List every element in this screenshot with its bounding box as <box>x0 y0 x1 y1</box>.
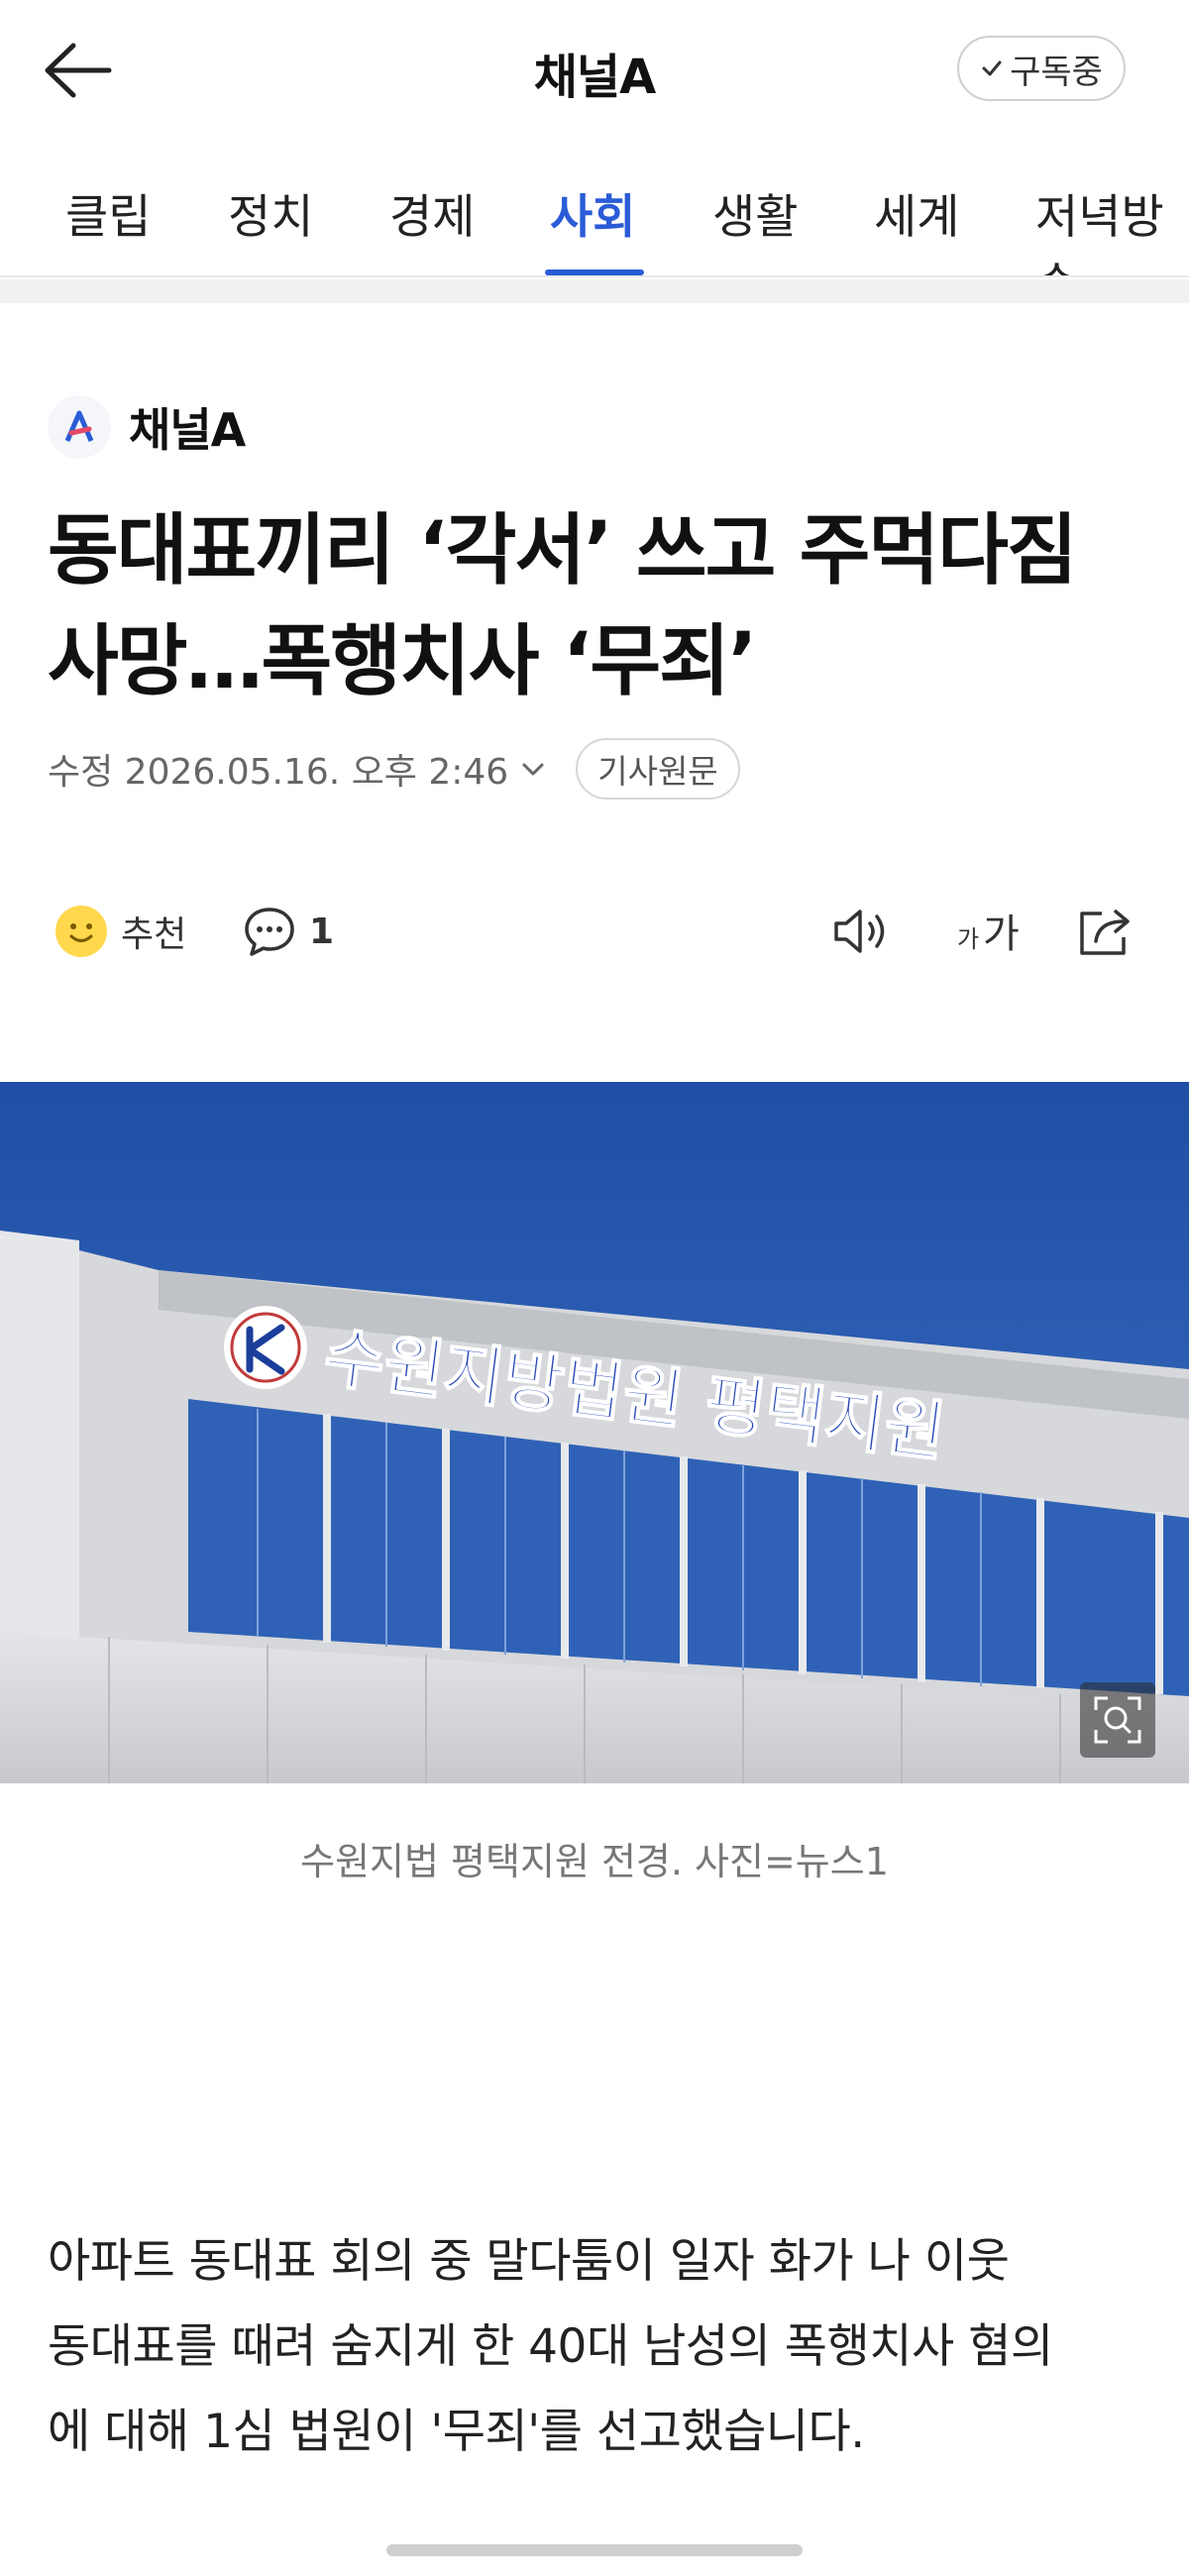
body-line-2: 동대표를 때려 숨지게 한 40대 남성의 폭행치사 혐의 <box>48 2319 1053 2374</box>
article-meta: 수정 2026.05.16. 오후 2:46 기사원문 <box>48 738 740 800</box>
timestamp: 수정 2026.05.16. 오후 2:46 <box>48 752 509 793</box>
font-size-button[interactable]: 가 가 <box>955 892 1030 971</box>
tab-economy[interactable]: 경제 <box>389 178 475 247</box>
article-photo[interactable]: 수원지방법원 평택지원 <box>0 1082 1189 1783</box>
top-app-bar: 채널A 구독중 <box>0 0 1189 144</box>
headline-line-1: 동대표끼리 ‘각서’ 쓰고 주먹다짐 <box>48 506 1078 595</box>
zoom-icon <box>1094 1696 1141 1744</box>
home-indicator <box>386 2544 803 2556</box>
speaker-icon <box>834 910 885 953</box>
publisher-logo <box>48 395 111 459</box>
comment-button[interactable]: 1 <box>242 892 334 971</box>
active-tab-indicator <box>545 269 644 275</box>
listen-button[interactable] <box>830 892 894 971</box>
tab-politics[interactable]: 정치 <box>228 178 313 247</box>
smile-icon <box>55 906 107 957</box>
tab-world[interactable]: 세계 <box>874 178 959 247</box>
tab-evening[interactable]: 저녁방송 <box>1035 178 1189 275</box>
subscribe-button[interactable]: 구독중 <box>957 36 1126 101</box>
body-line-1: 아파트 동대표 회의 중 말다툼이 일자 화가 나 이웃 <box>48 2234 1010 2289</box>
check-icon <box>982 60 1002 76</box>
courthouse-photo: 수원지방법원 평택지원 <box>0 1082 1189 1783</box>
original-article-button[interactable]: 기사원문 <box>576 738 740 800</box>
photo-zoom-button[interactable] <box>1080 1682 1155 1758</box>
font-size-icon: 가 가 <box>957 912 1020 957</box>
article-body: 아파트 동대표 회의 중 말다툼이 일자 화가 나 이웃 동대표를 때려 숨지게… <box>48 2219 1157 2475</box>
article-actions: 추천 1 가 가 <box>48 892 1147 971</box>
chevron-down-icon <box>522 763 544 776</box>
share-button[interactable] <box>1074 892 1137 971</box>
timestamp-toggle[interactable]: 수정 2026.05.16. 오후 2:46 <box>48 743 548 795</box>
publisher-name: 채널A <box>129 403 246 457</box>
comment-count: 1 <box>309 911 335 952</box>
tab-society[interactable]: 사회 <box>550 178 635 247</box>
comment-icon <box>245 908 294 956</box>
recommend-label: 추천 <box>121 914 187 955</box>
section-divider <box>0 279 1189 303</box>
headline-line-2: 사망…폭행치사 ‘무죄’ <box>48 617 758 706</box>
share-icon <box>1080 910 1130 955</box>
tab-clip[interactable]: 클립 <box>65 178 151 247</box>
body-line-3: 에 대해 1심 법원이 '무죄'를 선고했습니다. <box>48 2405 865 2459</box>
svg-text:가: 가 <box>983 912 1020 957</box>
svg-text:가: 가 <box>957 925 979 953</box>
recommend-button[interactable]: 추천 <box>54 892 186 971</box>
tab-life[interactable]: 생활 <box>712 178 798 247</box>
subscribe-label: 구독중 <box>1010 52 1103 92</box>
photo-caption: 수원지법 평택지원 전경. 사진=뉴스1 <box>300 1840 889 1883</box>
publisher-row[interactable]: 채널A <box>48 394 246 460</box>
article-headline: 동대표끼리 ‘각서’ 쓰고 주먹다짐 사망…폭행치사 ‘무죄’ <box>48 495 1157 717</box>
category-tabs: 클립 정치 경제 사회 생활 세계 저녁방송 <box>0 149 1189 277</box>
